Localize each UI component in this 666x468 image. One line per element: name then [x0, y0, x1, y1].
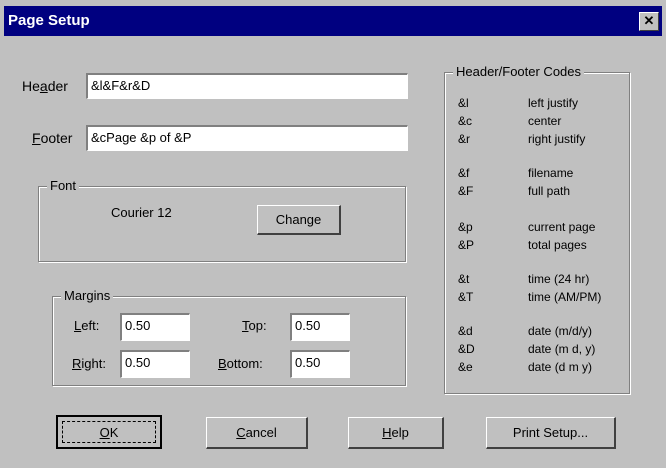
cancel-button-label: Cancel: [236, 425, 277, 440]
font-group-title: Font: [47, 178, 80, 193]
font-group: Font Courier 12 Change: [38, 178, 406, 262]
left-margin-label: Left:: [74, 318, 100, 333]
top-margin-input[interactable]: 0.50: [290, 313, 350, 341]
close-button[interactable]: ✕: [639, 12, 659, 31]
print-setup-button[interactable]: Print Setup...: [486, 417, 616, 449]
margins-group-title: Margins: [61, 288, 114, 303]
focus-rectangle: [62, 421, 156, 443]
right-margin-label: Right:: [72, 356, 106, 371]
bottom-margin-label: Bottom:: [218, 356, 263, 371]
left-margin-input[interactable]: 0.50: [120, 313, 190, 341]
help-button-label: Help: [382, 425, 409, 440]
footer-input[interactable]: &cPage &p of &P: [86, 125, 408, 151]
codes-group-title: Header/Footer Codes: [453, 64, 585, 79]
top-margin-label: Top:: [242, 318, 267, 333]
header-input[interactable]: &l&F&r&D: [86, 73, 408, 99]
margins-group: Margins: [52, 288, 406, 386]
right-margin-input[interactable]: 0.50: [120, 350, 190, 378]
ok-button[interactable]: OK: [56, 415, 162, 449]
window-title: Page Setup: [8, 12, 90, 29]
title-bar[interactable]: Page Setup ✕: [4, 6, 662, 36]
cancel-button[interactable]: Cancel: [206, 417, 308, 449]
change-font-button[interactable]: Change: [257, 205, 341, 235]
header-label: Header: [22, 78, 68, 94]
help-button[interactable]: Help: [348, 417, 444, 449]
page-setup-dialog: Page Setup ✕ Header &l&F&r&D Footer &cPa…: [0, 0, 666, 468]
current-font: Courier 12: [111, 205, 172, 220]
footer-label: Footer: [32, 130, 73, 146]
bottom-margin-input[interactable]: 0.50: [290, 350, 350, 378]
